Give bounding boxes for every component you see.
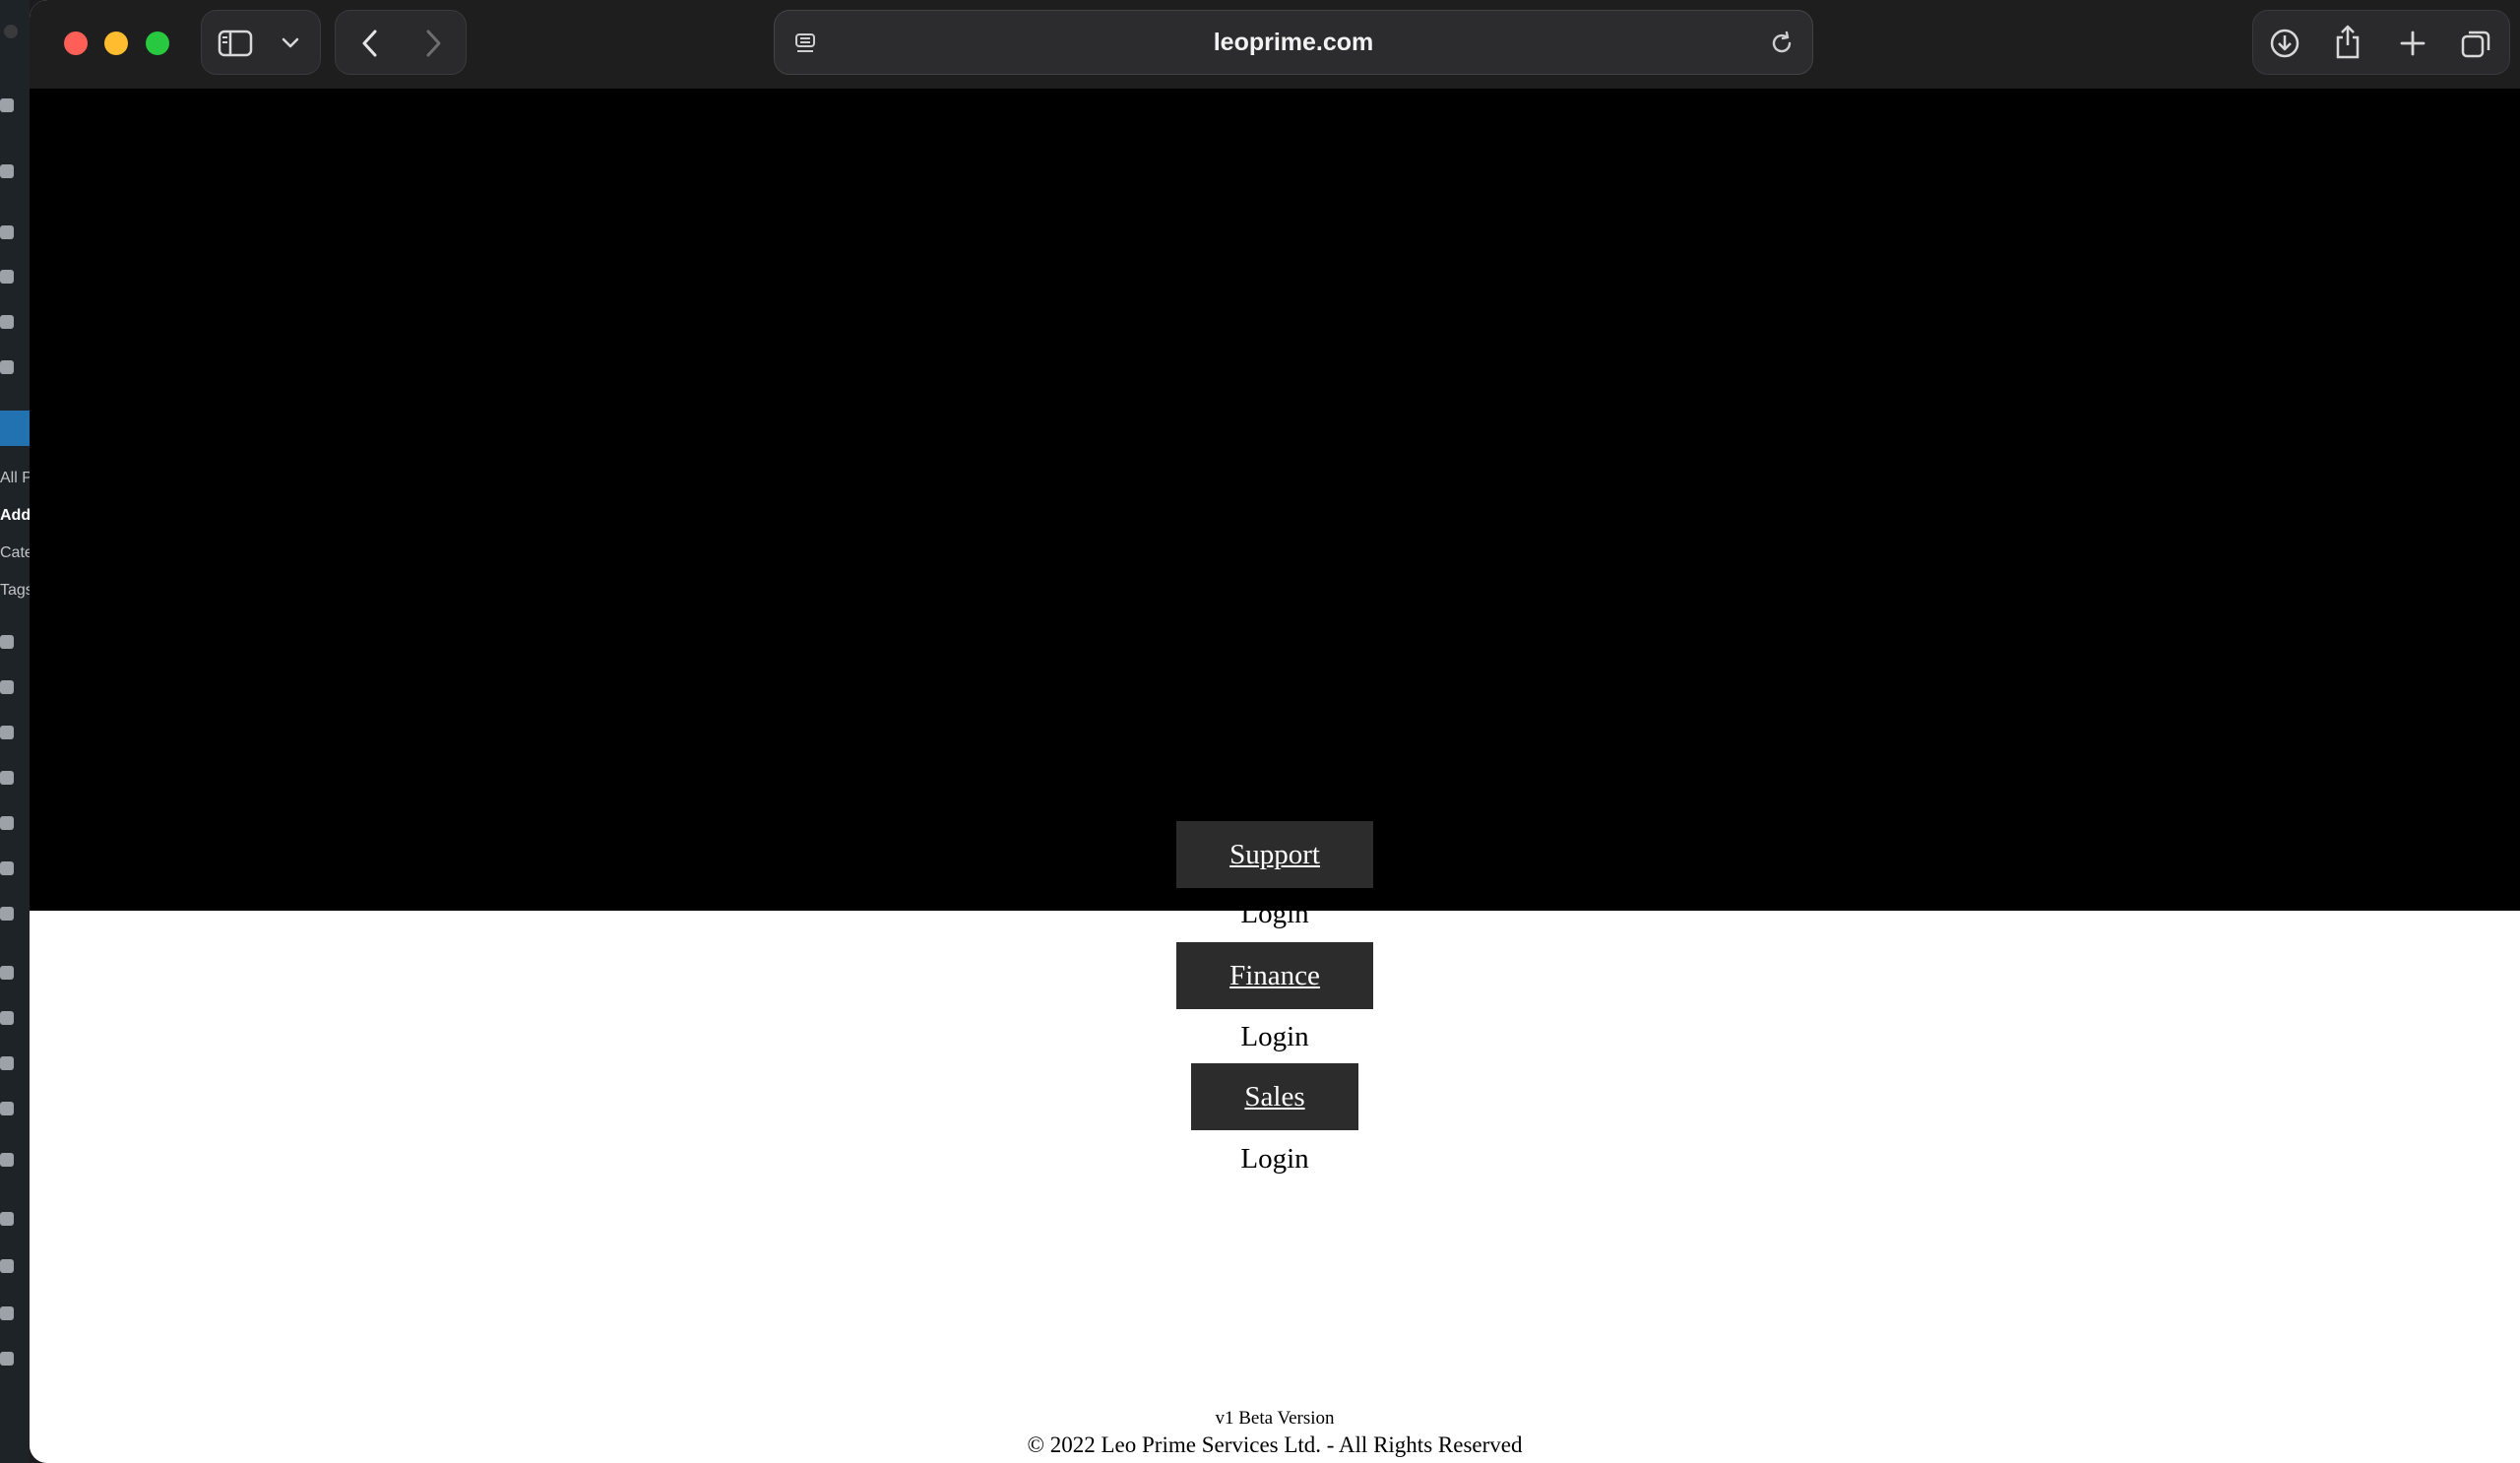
background-window-button [4, 25, 18, 38]
browser-toolbar: leoprime.com [30, 0, 2520, 90]
navigation-group [335, 10, 467, 75]
sidebar-item-label: Cate [0, 544, 30, 561]
back-arrow-icon [0, 98, 14, 112]
gear-icon [0, 1259, 14, 1273]
plus-icon[interactable] [2391, 23, 2434, 64]
posts-icon [0, 315, 14, 329]
tab-overview-icon[interactable] [2454, 23, 2497, 64]
sales-login-label: Login [1240, 1143, 1309, 1175]
chart-icon [0, 907, 14, 921]
sidebar-item-label: Add [0, 507, 30, 524]
chevron-down-icon[interactable] [273, 25, 308, 62]
collapse-icon [0, 1352, 14, 1366]
wordpress-icon [0, 164, 14, 178]
support-button[interactable]: Support [1176, 821, 1373, 888]
back-icon[interactable] [349, 23, 391, 64]
page-viewport: Support Login Finance Login Sales Login … [30, 90, 2520, 1463]
footer: v1 Beta Version © 2022 Leo Prime Service… [30, 1406, 2520, 1459]
close-icon[interactable] [64, 32, 88, 55]
globe-icon [0, 360, 14, 374]
active-menu-highlight [0, 411, 30, 446]
gear-icon [0, 225, 14, 239]
browser-window: leoprime.com Support Login Finance Login… [30, 0, 2520, 1463]
settings-icon [0, 1153, 14, 1167]
zoom-icon[interactable] [146, 32, 169, 55]
sidebar-control-group [201, 10, 321, 75]
share-icon[interactable] [2326, 21, 2369, 64]
sidebar-item-label: Tags [0, 582, 30, 599]
sales-button[interactable]: Sales [1191, 1063, 1358, 1130]
finance-button[interactable]: Finance [1176, 942, 1373, 1009]
pages-icon [0, 680, 14, 694]
layers-icon [0, 1212, 14, 1226]
download-icon[interactable] [2263, 23, 2306, 64]
url-text[interactable]: leoprime.com [775, 11, 1812, 74]
finance-login-label: Login [1240, 1021, 1309, 1052]
plugins-icon [0, 1011, 14, 1025]
sidebar-item-label: All P [0, 470, 30, 486]
hero-banner [30, 90, 2520, 911]
forward-icon[interactable] [412, 23, 454, 64]
reload-icon[interactable] [1765, 27, 1798, 60]
toolbar-actions-group [2252, 10, 2510, 75]
sidebar-icon[interactable] [216, 25, 255, 62]
minimize-icon[interactable] [104, 32, 128, 55]
comments-icon [0, 726, 14, 739]
appearance-icon [0, 966, 14, 980]
forms-icon [0, 816, 14, 830]
copyright-text: © 2022 Leo Prime Services Ltd. - All Rig… [1027, 1432, 1523, 1457]
address-bar[interactable]: leoprime.com [774, 10, 1813, 75]
mail-icon [0, 771, 14, 785]
media-icon [0, 635, 14, 649]
department-links: Support Login Finance Login Sales Login [30, 821, 2520, 1184]
users-icon [0, 1056, 14, 1070]
gallery-icon [0, 861, 14, 875]
support-login-label: Login [1240, 898, 1309, 929]
background-app-sidebar: All P Add Cate Tags [0, 0, 30, 1463]
diamond-icon [0, 1306, 14, 1320]
version-label: v1 Beta Version [1215, 1408, 1335, 1429]
tools-icon [0, 1102, 14, 1115]
dashboard-icon [0, 270, 14, 284]
